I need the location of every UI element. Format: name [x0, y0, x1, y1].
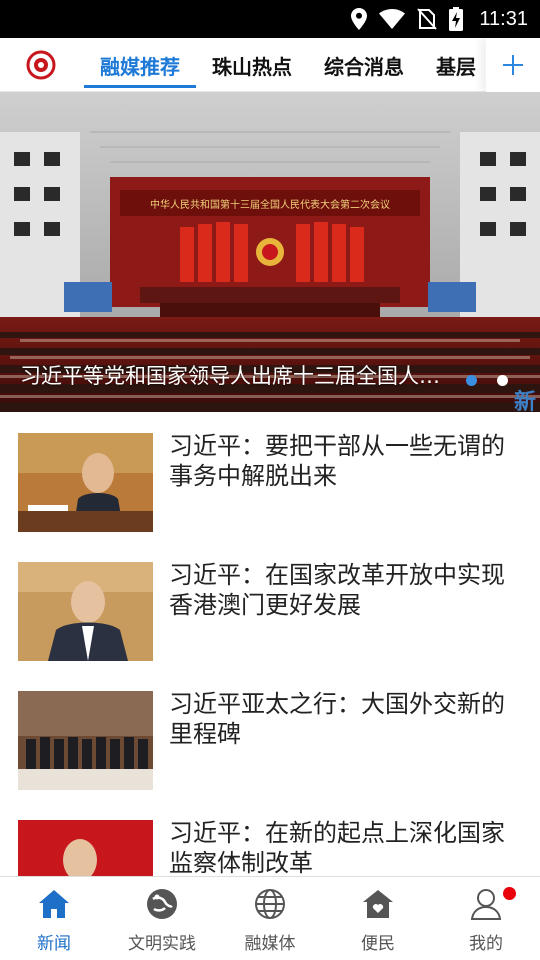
news-thumbnail: [18, 433, 153, 532]
add-channel-button[interactable]: [486, 38, 540, 92]
location-icon: [351, 8, 368, 30]
nav-bianmin[interactable]: 便民: [324, 877, 432, 960]
battery-charging-icon: [449, 7, 464, 31]
tab-label: 融媒推荐: [100, 54, 180, 79]
nav-label: 新闻: [37, 934, 71, 954]
nav-label: 文明实践: [128, 934, 196, 954]
tab-label: 基层: [436, 54, 476, 79]
carousel-dot: [497, 375, 508, 386]
status-icons: 11:31: [351, 0, 528, 38]
notification-badge: [503, 887, 516, 900]
news-title: 习近平：在国家改革开放中实现香港澳门更好发展: [169, 561, 505, 619]
banner-caption[interactable]: 习近平等党和国家领导人出席十三届全国人大二次会议闭幕会: [20, 360, 440, 390]
tab-jiceng[interactable]: 基层: [420, 38, 488, 92]
banner-watermark: 新: [513, 390, 536, 412]
news-title: 习近平亚太之行：大国外交新的里程碑: [169, 690, 505, 748]
channel-tabs: 融媒推荐 珠山热点 综合消息 基层: [84, 38, 488, 92]
news-title: 习近平：要把干部从一些无谓的事务中解脱出来: [169, 432, 505, 490]
nav-civilization[interactable]: 文明实践: [108, 877, 216, 960]
tab-zhushan-redian[interactable]: 珠山热点: [196, 38, 308, 92]
banner-carousel[interactable]: 中华人民共和国第十三届全国人民代表大会第二次会议 习近平等党和国家领导人出席十三…: [0, 92, 540, 412]
nav-label: 便民: [361, 934, 395, 954]
house-heart-icon: [363, 890, 393, 918]
news-title: 习近平：在新的起点上深化国家监察体制改革: [169, 819, 505, 876]
news-list: 习近平：要把干部从一些无谓的事务中解脱出来 习近平：在国家改革开放中实现香港澳门…: [0, 412, 540, 876]
banner-header-text: 中华人民共和国第十三届全国人民代表大会第二次会议: [150, 198, 390, 211]
user-icon: [470, 889, 502, 920]
nav-mine[interactable]: 我的: [432, 877, 540, 960]
tab-zonghe-xiaoxi[interactable]: 综合消息: [308, 38, 420, 92]
nav-news[interactable]: 新闻: [0, 877, 108, 960]
no-sim-icon: [417, 8, 438, 30]
status-bar: 11:31: [0, 0, 540, 38]
carousel-dot-active: [466, 375, 477, 386]
plus-icon: [503, 55, 523, 75]
news-item[interactable]: 习近平：在国家改革开放中实现香港澳门更好发展: [0, 541, 540, 670]
tab-label: 珠山热点: [212, 54, 292, 79]
news-thumbnail: [18, 820, 153, 876]
bottom-nav: 新闻 文明实践 融媒体 便民 我的: [0, 876, 540, 960]
tab-label: 综合消息: [324, 54, 404, 79]
news-item[interactable]: 习近平：要把干部从一些无谓的事务中解脱出来: [0, 412, 540, 541]
wifi-icon: [379, 9, 406, 29]
news-thumbnail: [18, 562, 153, 661]
news-thumbnail: [18, 691, 153, 790]
nav-label: 融媒体: [244, 934, 296, 954]
home-icon: [39, 890, 69, 918]
tab-rongmei-tuijian[interactable]: 融媒推荐: [84, 38, 196, 92]
news-item[interactable]: 习近平亚太之行：大国外交新的里程碑: [0, 670, 540, 799]
app-logo-icon: [26, 50, 56, 80]
status-time: 11:31: [479, 7, 528, 30]
globe-icon: [255, 889, 285, 919]
civilization-icon: [147, 889, 177, 919]
news-item[interactable]: 习近平：在新的起点上深化国家监察体制改革: [0, 799, 540, 876]
channel-tabbar: 融媒推荐 珠山热点 综合消息 基层: [0, 38, 540, 92]
nav-label: 我的: [469, 934, 503, 954]
carousel-indicator: [466, 375, 508, 386]
nav-rongmeiti[interactable]: 融媒体: [216, 877, 324, 960]
